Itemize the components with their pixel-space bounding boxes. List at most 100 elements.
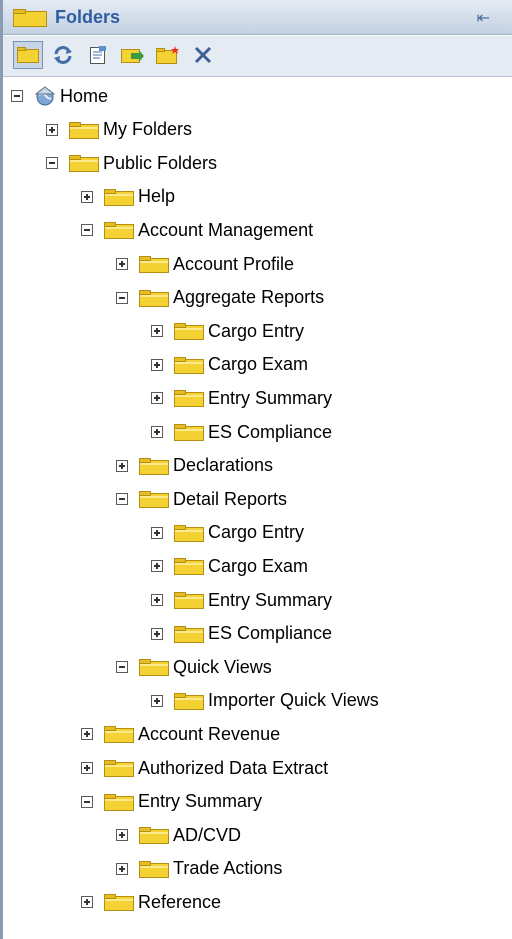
tree-node[interactable]: Importer Quick Views: [151, 686, 379, 716]
folder-view-icon: [17, 47, 39, 63]
folder-icon: [174, 356, 204, 374]
expand-toggle-icon[interactable]: [81, 762, 93, 774]
tree-node-label[interactable]: Declarations: [173, 455, 273, 476]
tree-node[interactable]: Declarations: [116, 451, 273, 481]
tree-node-label[interactable]: Cargo Exam: [208, 556, 308, 577]
expand-toggle-icon[interactable]: [151, 426, 163, 438]
collapse-toggle-icon[interactable]: [81, 224, 93, 237]
expand-toggle-icon[interactable]: [81, 728, 93, 741]
expand-toggle-icon[interactable]: [81, 896, 93, 909]
tree-node-label[interactable]: Authorized Data Extract: [138, 758, 328, 779]
tree-node[interactable]: Help: [81, 182, 175, 212]
tree-node[interactable]: Reference: [81, 887, 221, 917]
tree-node-label[interactable]: Quick Views: [173, 657, 272, 678]
delete-icon: [194, 46, 212, 64]
folder-icon: [104, 759, 134, 777]
tree-node-label[interactable]: AD/CVD: [173, 825, 241, 846]
tree-node-label[interactable]: Cargo Entry: [208, 522, 304, 543]
expand-toggle-icon[interactable]: [151, 594, 163, 606]
refresh-button[interactable]: [48, 41, 78, 69]
move-icon: [121, 49, 144, 63]
tree-node[interactable]: Account Profile: [116, 249, 294, 279]
collapse-toggle-icon[interactable]: [116, 291, 128, 304]
tree-node-label[interactable]: Home: [60, 86, 108, 107]
tree-node-label[interactable]: Entry Summary: [138, 791, 262, 812]
folder-icon: [174, 423, 204, 441]
expand-toggle-icon[interactable]: [151, 392, 163, 405]
tree-node[interactable]: Account Revenue: [81, 719, 280, 749]
folder-icon: [174, 692, 204, 710]
expand-toggle-icon[interactable]: [116, 459, 128, 472]
expand-toggle-icon[interactable]: [151, 358, 163, 371]
tree-node-label[interactable]: ES Compliance: [208, 422, 332, 443]
expand-toggle-icon[interactable]: [116, 829, 128, 842]
tree-node[interactable]: Quick Views: [116, 652, 272, 682]
tree-node-label[interactable]: Cargo Entry: [208, 321, 304, 342]
new-folder-button[interactable]: [153, 41, 183, 69]
tree-node[interactable]: Public Folders: [46, 148, 217, 178]
expand-toggle-icon[interactable]: [81, 190, 93, 203]
tree-node-label[interactable]: Aggregate Reports: [173, 287, 324, 308]
delete-button[interactable]: [188, 41, 218, 69]
folder-icon: [104, 893, 134, 912]
expand-toggle-icon[interactable]: [116, 862, 128, 875]
expand-toggle-icon[interactable]: [46, 123, 58, 136]
expand-toggle-icon[interactable]: [151, 694, 163, 707]
expand-toggle-icon[interactable]: [151, 627, 163, 640]
tree-node-label[interactable]: Help: [138, 186, 175, 207]
folder-icon: [139, 826, 169, 845]
tree-node[interactable]: Account Management: [81, 215, 313, 245]
tree-node[interactable]: Cargo Exam: [151, 551, 308, 581]
folder-icon: [139, 457, 169, 475]
tree-node[interactable]: Detail Reports: [116, 484, 287, 514]
folder-icon: [139, 490, 169, 509]
expand-toggle-icon[interactable]: [151, 560, 163, 573]
tree-node-label[interactable]: Detail Reports: [173, 489, 287, 510]
tree-node[interactable]: AD/CVD: [116, 820, 241, 850]
folder-icon: [174, 389, 204, 408]
tree-node-label[interactable]: ES Compliance: [208, 623, 332, 644]
tree-node[interactable]: Entry Summary: [151, 585, 332, 615]
folders-panel: Folders ⇤ Home My Folders Public Folders…: [0, 0, 512, 939]
collapse-toggle-icon[interactable]: [11, 90, 23, 102]
folder-icon: [69, 154, 99, 173]
tree-node[interactable]: Home: [11, 81, 108, 111]
tree-node[interactable]: My Folders: [46, 115, 192, 145]
collapse-toggle-icon[interactable]: [46, 157, 58, 170]
tree-node[interactable]: Authorized Data Extract: [81, 753, 328, 783]
expand-toggle-icon[interactable]: [151, 526, 163, 539]
collapse-toggle-icon[interactable]: [81, 795, 93, 808]
move-button[interactable]: [118, 41, 148, 69]
collapse-toggle-icon[interactable]: [116, 493, 128, 506]
tree-node[interactable]: Cargo Entry: [151, 316, 304, 346]
tree-node[interactable]: ES Compliance: [151, 417, 332, 447]
tree-node[interactable]: Cargo Exam: [151, 350, 308, 380]
folder-icon: [139, 289, 169, 307]
tree-node[interactable]: Cargo Entry: [151, 518, 304, 548]
tree-node-label[interactable]: Cargo Exam: [208, 354, 308, 375]
expand-toggle-icon[interactable]: [151, 325, 163, 338]
tree-node-label[interactable]: Account Management: [138, 220, 313, 241]
tree-node-label[interactable]: Reference: [138, 892, 221, 913]
tree-node-label[interactable]: Entry Summary: [208, 388, 332, 409]
new-folder-icon: [156, 46, 179, 64]
tree-node-label[interactable]: Public Folders: [103, 153, 217, 174]
tree-node-label[interactable]: My Folders: [103, 119, 192, 140]
tree-node-label[interactable]: Trade Actions: [173, 858, 282, 879]
tree-node-label[interactable]: Account Revenue: [138, 724, 280, 745]
expand-toggle-icon[interactable]: [116, 258, 128, 270]
collapse-toggle-icon[interactable]: [116, 661, 128, 674]
tree-node-label[interactable]: Entry Summary: [208, 590, 332, 611]
properties-button[interactable]: [83, 41, 113, 69]
folder-view-button[interactable]: [13, 41, 43, 69]
tree-node-label[interactable]: Account Profile: [173, 254, 294, 275]
tree-node[interactable]: Trade Actions: [116, 854, 282, 884]
tree-node-label[interactable]: Importer Quick Views: [208, 690, 379, 711]
folder-icon: [174, 625, 204, 643]
collapse-panel-icon[interactable]: ⇤: [477, 8, 490, 28]
tree-node[interactable]: ES Compliance: [151, 619, 332, 649]
tree-node[interactable]: Entry Summary: [151, 383, 332, 413]
tree-node[interactable]: Aggregate Reports: [116, 283, 324, 313]
folder-icon: [104, 188, 134, 206]
tree-node[interactable]: Entry Summary: [81, 787, 262, 817]
